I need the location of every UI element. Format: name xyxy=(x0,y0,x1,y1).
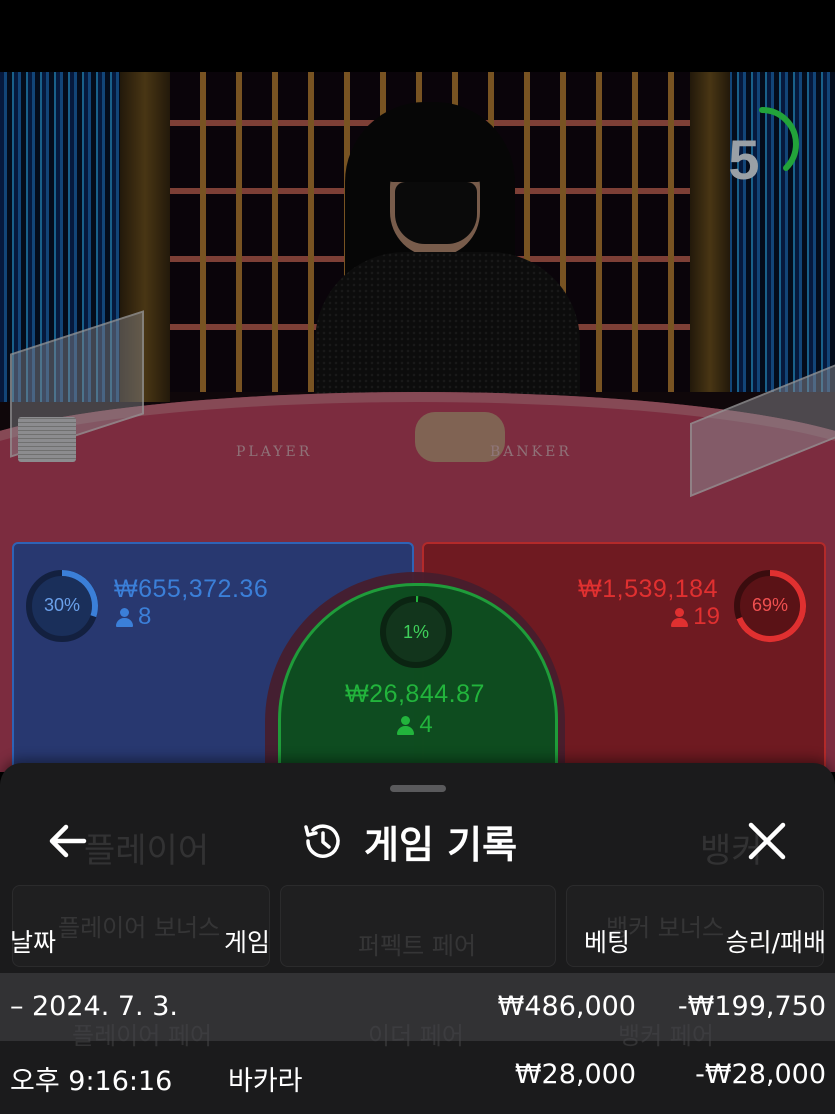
person-icon xyxy=(116,607,133,628)
date-group-row[interactable]: – 2024. 7. 3. ₩486,000 -₩199,750 xyxy=(0,973,835,1041)
banker-bettor-count: 19 xyxy=(650,603,720,631)
sheet-title: 게임 기록 xyxy=(364,822,518,867)
date-group-bet: ₩486,000 xyxy=(497,991,636,1022)
person-icon xyxy=(671,607,689,628)
date-group-date: 2024. 7. 3. xyxy=(32,991,178,1022)
player-bettor-count: 8 xyxy=(116,603,151,631)
tie-bettor-count: 4 xyxy=(300,711,530,739)
column-header-bet: 베팅 xyxy=(583,928,630,957)
close-icon[interactable] xyxy=(742,816,792,866)
game-name: 바카라 xyxy=(228,1066,303,1097)
player-percent: 30% xyxy=(43,595,81,615)
sheet-drag-handle[interactable] xyxy=(390,785,446,792)
history-icon xyxy=(304,824,340,858)
player-bet-amount: ₩655,372.36 xyxy=(114,575,269,603)
tie-bet-amount: ₩26,844.87 xyxy=(345,680,485,708)
game-history-sheet: 플레이어 뱅커 플레이어 보너스 퍼펙트 페어 뱅커 보너스 플레이어 페어 이… xyxy=(0,763,835,1114)
game-screen: PLAYER BANKER 5 30% ₩655,372.36 8 69% ₩1… xyxy=(0,0,835,1114)
status-bar xyxy=(0,0,835,72)
tie-percent: 1% xyxy=(402,622,429,642)
game-bet: ₩28,000 xyxy=(514,1059,636,1090)
collapse-dash-icon: – xyxy=(10,991,24,1022)
column-header-game: 게임 xyxy=(224,928,271,957)
person-icon xyxy=(397,715,415,736)
arrow-left-icon[interactable] xyxy=(40,816,96,866)
banker-bet-amount: ₩1,539,184 xyxy=(578,575,718,603)
countdown-value: 5 xyxy=(728,128,760,191)
column-header-winloss: 승리/패배 xyxy=(725,928,826,957)
game-history-row[interactable]: 오후 9:16:16 바카라 ₩28,000 -₩28,000 xyxy=(0,1041,835,1109)
date-group-winloss: -₩199,750 xyxy=(677,991,826,1022)
column-header-date: 날짜 xyxy=(10,928,57,957)
game-time: 오후 9:16:16 xyxy=(10,1066,173,1097)
banker-percent: 69% xyxy=(751,595,789,615)
sheet-header: 게임 기록 xyxy=(300,813,517,869)
game-winloss: -₩28,000 xyxy=(695,1059,826,1090)
